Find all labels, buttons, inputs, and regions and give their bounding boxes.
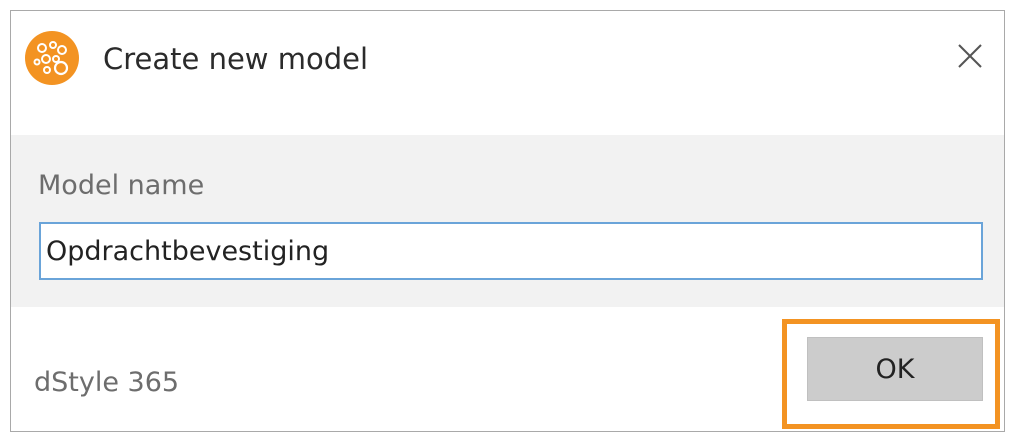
ok-button[interactable]: OK <box>807 337 983 401</box>
create-model-dialog: Create new model Model name dStyle 365 O… <box>10 10 1005 432</box>
dialog-footer: dStyle 365 OK <box>11 307 1004 431</box>
model-name-label: Model name <box>38 170 205 201</box>
brand-label: dStyle 365 <box>34 367 180 398</box>
dialog-title: Create new model <box>103 42 369 76</box>
title-bar: Create new model <box>11 11 1004 135</box>
dstyle-logo-icon <box>25 31 79 85</box>
close-icon[interactable] <box>949 35 991 77</box>
form-area: Model name <box>11 135 1004 307</box>
model-name-input[interactable] <box>39 222 983 280</box>
